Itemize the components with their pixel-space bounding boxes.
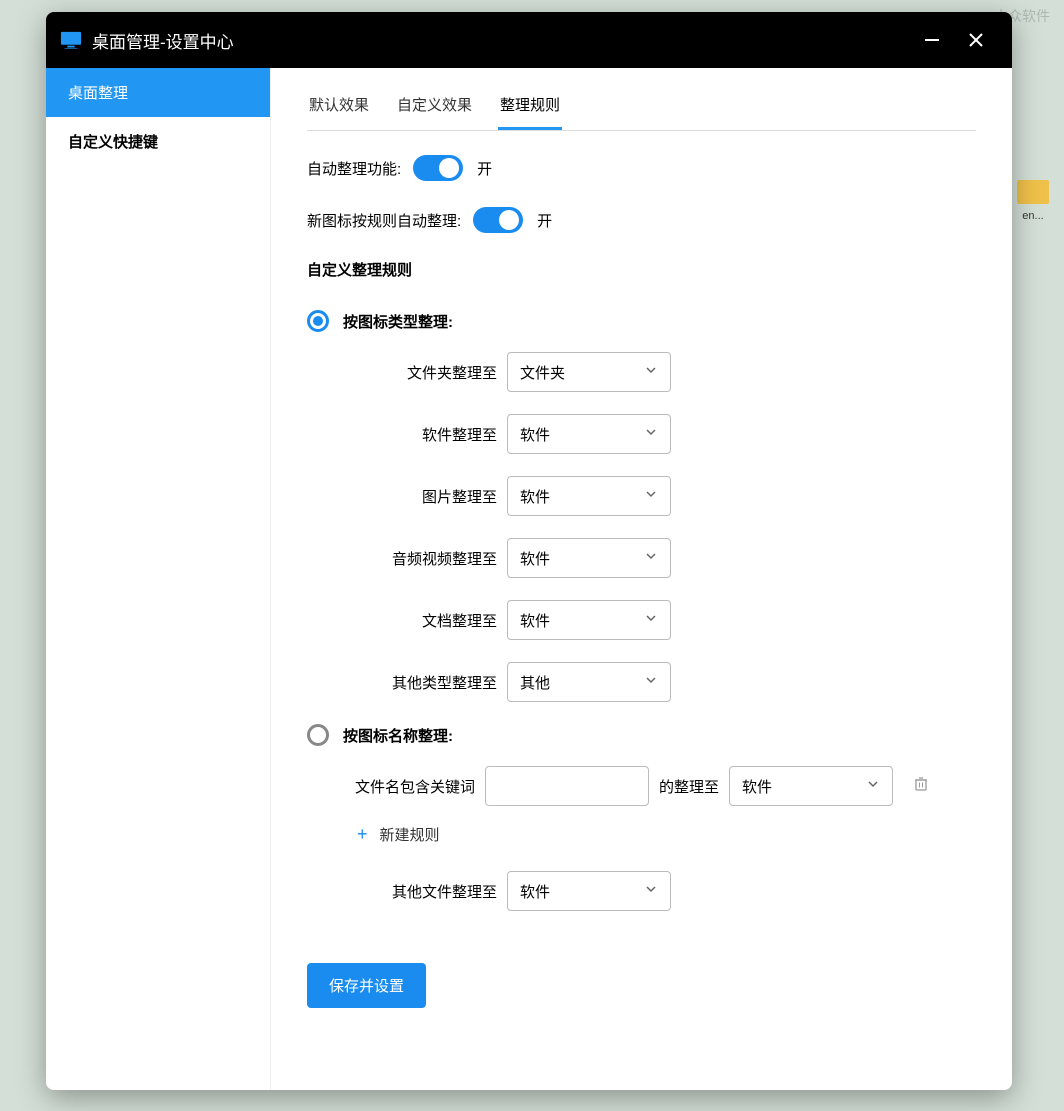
rule-software-label: 软件整理至: [367, 424, 497, 445]
chevron-down-icon: [644, 363, 658, 381]
titlebar: 桌面管理-设置中心: [46, 12, 1012, 68]
toggle-auto-sort-label: 自动整理功能:: [307, 158, 401, 179]
settings-window: 桌面管理-设置中心 桌面整理 自定义快捷键 默认效果 自定义效果 整理规则: [46, 12, 1012, 1090]
plus-icon: +: [357, 824, 368, 845]
chevron-down-icon: [644, 673, 658, 691]
select-value: 软件: [520, 424, 550, 445]
radio-by-type-label: 按图标类型整理:: [343, 311, 453, 332]
select-folder-dest[interactable]: 文件夹: [507, 352, 671, 392]
tab-default-effect[interactable]: 默认效果: [307, 86, 371, 130]
folder-icon: [1017, 180, 1049, 204]
app-icon: [60, 31, 82, 49]
rule-av-label: 音频视频整理至: [367, 548, 497, 569]
add-rule-button[interactable]: + 新建规则: [307, 824, 976, 845]
select-av-dest[interactable]: 软件: [507, 538, 671, 578]
add-rule-label: 新建规则: [380, 824, 440, 845]
rule-folder-label: 文件夹整理至: [367, 362, 497, 383]
select-otherfile-dest[interactable]: 软件: [507, 871, 671, 911]
toggle-new-icon[interactable]: [473, 207, 523, 233]
minimize-button[interactable]: [910, 20, 954, 60]
chevron-down-icon: [644, 611, 658, 629]
name-rule-mid: 的整理至: [659, 776, 719, 797]
toggle-new-icon-status: 开: [537, 210, 552, 231]
toggle-new-icon-label: 新图标按规则自动整理:: [307, 210, 461, 231]
window-title: 桌面管理-设置中心: [92, 28, 234, 53]
radio-by-name-label: 按图标名称整理:: [343, 725, 453, 746]
sidebar-item-custom-shortcut[interactable]: 自定义快捷键: [46, 117, 270, 166]
select-value: 文件夹: [520, 362, 565, 383]
keyword-input[interactable]: [485, 766, 649, 806]
select-value: 软件: [742, 776, 772, 797]
desktop-folder-label: en...: [1012, 210, 1054, 222]
select-doc-dest[interactable]: 软件: [507, 600, 671, 640]
name-rule-prefix: 文件名包含关键词: [355, 776, 475, 797]
other-file-label: 其他文件整理至: [367, 881, 497, 902]
sidebar-item-label: 桌面整理: [68, 85, 128, 102]
chevron-down-icon: [644, 549, 658, 567]
select-image-dest[interactable]: 软件: [507, 476, 671, 516]
chevron-down-icon: [866, 777, 880, 795]
rule-doc-label: 文档整理至: [367, 610, 497, 631]
save-button[interactable]: 保存并设置: [307, 963, 426, 1008]
tabs: 默认效果 自定义效果 整理规则: [307, 86, 976, 131]
tab-custom-effect[interactable]: 自定义效果: [395, 86, 474, 130]
radio-by-name[interactable]: [307, 724, 329, 746]
tab-sort-rules[interactable]: 整理规则: [498, 86, 562, 130]
select-other-dest[interactable]: 其他: [507, 662, 671, 702]
select-value: 软件: [520, 548, 550, 569]
toggle-auto-sort-status: 开: [477, 158, 492, 179]
sidebar-item-desktop-manage[interactable]: 桌面整理: [46, 68, 270, 117]
select-value: 软件: [520, 881, 550, 902]
select-value: 其他: [520, 672, 550, 693]
sidebar: 桌面整理 自定义快捷键: [46, 68, 271, 1090]
main-panel: 默认效果 自定义效果 整理规则 自动整理功能: 开 新图标按规则自动整理: 开 …: [271, 68, 1012, 1090]
delete-rule-button[interactable]: [913, 776, 929, 796]
radio-by-type[interactable]: [307, 310, 329, 332]
chevron-down-icon: [644, 425, 658, 443]
section-title-custom-rules: 自定义整理规则: [307, 259, 976, 280]
sidebar-item-label: 自定义快捷键: [68, 134, 158, 151]
rule-image-label: 图片整理至: [367, 486, 497, 507]
chevron-down-icon: [644, 882, 658, 900]
select-value: 软件: [520, 486, 550, 507]
select-keyword-dest[interactable]: 软件: [729, 766, 893, 806]
desktop-folder-hint: en...: [1012, 180, 1054, 222]
select-software-dest[interactable]: 软件: [507, 414, 671, 454]
chevron-down-icon: [644, 487, 658, 505]
rule-other-label: 其他类型整理至: [367, 672, 497, 693]
toggle-auto-sort[interactable]: [413, 155, 463, 181]
select-value: 软件: [520, 610, 550, 631]
close-button[interactable]: [954, 20, 998, 60]
